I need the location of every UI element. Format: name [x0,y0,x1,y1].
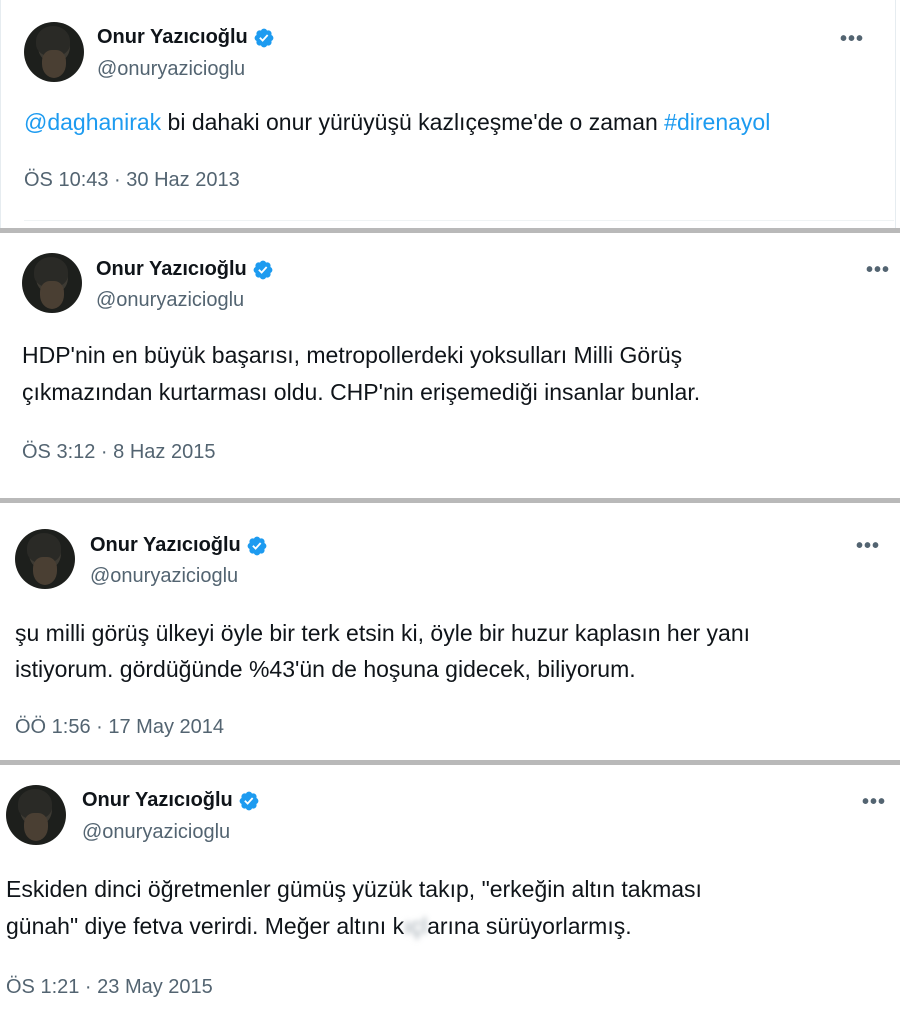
author-name[interactable]: Onur Yazıcıoğlu [82,789,233,812]
more-dots-icon[interactable]: ••• [840,28,864,51]
more-dots-icon[interactable]: ••• [866,259,890,282]
tweet-text-line: istiyorum. gördüğünde %43'ün de hoşuna g… [15,656,636,682]
avatar[interactable] [24,22,84,82]
tweet-body: bi dahaki onur yürüyüşü kazlıçeşme'de o … [161,109,665,135]
author-name[interactable]: Onur Yazıcıoğlu [90,534,241,557]
verified-badge-icon [253,260,273,279]
timestamp[interactable]: ÖS 3:12 · 8 Haz 2015 [22,441,215,464]
tweet-4: Onur Yazıcıoğlu @onuryazicioglu ••• Eski… [0,765,900,1019]
tweet-3: Onur Yazıcıoğlu @onuryazicioglu ••• şu m… [0,503,900,760]
card-border [0,0,1,228]
card-border [895,0,896,228]
author-row: Onur Yazıcıoğlu [90,534,268,557]
timestamp[interactable]: ÖS 1:21 · 23 May 2015 [6,976,213,999]
author-name[interactable]: Onur Yazıcıoğlu [96,258,247,281]
tweet-text-line: HDP'nin en büyük başarısı, metropollerde… [22,342,683,368]
tweet-text-line: şu milli görüş ülkeyi öyle bir terk etsi… [15,620,751,646]
author-row: Onur Yazıcıoğlu [97,26,275,49]
timestamp[interactable]: ÖÖ 1:56 · 17 May 2014 [15,716,224,739]
author-row: Onur Yazıcıoğlu [96,258,274,281]
tweet-text-segment: arına sürüyorlarmış. [427,913,632,939]
tweet-2: Onur Yazıcıoğlu @onuryazicioglu ••• HDP'… [0,233,900,498]
tweet-1: Onur Yazıcıoğlu @onuryazicioglu ••• @dag… [0,0,900,228]
mention-link[interactable]: @daghanirak [24,109,161,135]
author-handle[interactable]: @onuryazicioglu [82,821,230,844]
timestamp[interactable]: ÖS 10:43 · 30 Haz 2013 [24,169,240,192]
author-row: Onur Yazıcıoğlu [82,789,260,812]
author-handle[interactable]: @onuryazicioglu [97,58,245,81]
tweet-text-line: çıkmazından kurtarması oldu. CHP'nin eri… [22,379,701,405]
author-handle[interactable]: @onuryazicioglu [90,565,238,588]
verified-badge-icon [247,536,267,555]
divider [24,220,894,221]
more-dots-icon[interactable]: ••• [862,791,886,814]
avatar[interactable] [22,253,82,313]
tweet-text-line: günah" diye fetva verirdi. Meğer altını … [6,908,632,945]
avatar[interactable] [15,529,75,589]
author-handle[interactable]: @onuryazicioglu [96,289,244,312]
tweet-text-line: Eskiden dinci öğretmenler gümüş yüzük ta… [6,876,702,902]
redacted-text: ıçl [404,913,428,939]
author-name[interactable]: Onur Yazıcıoğlu [97,26,248,49]
verified-badge-icon [254,28,274,47]
tweet-text-segment: günah" diye fetva verirdi. Meğer altını … [6,913,405,939]
verified-badge-icon [239,791,259,810]
avatar[interactable] [6,785,66,845]
hashtag-link[interactable]: #direnayol [664,109,770,135]
tweet-text: @daghanirak bi dahaki onur yürüyüşü kazl… [24,104,770,141]
more-dots-icon[interactable]: ••• [856,535,880,558]
